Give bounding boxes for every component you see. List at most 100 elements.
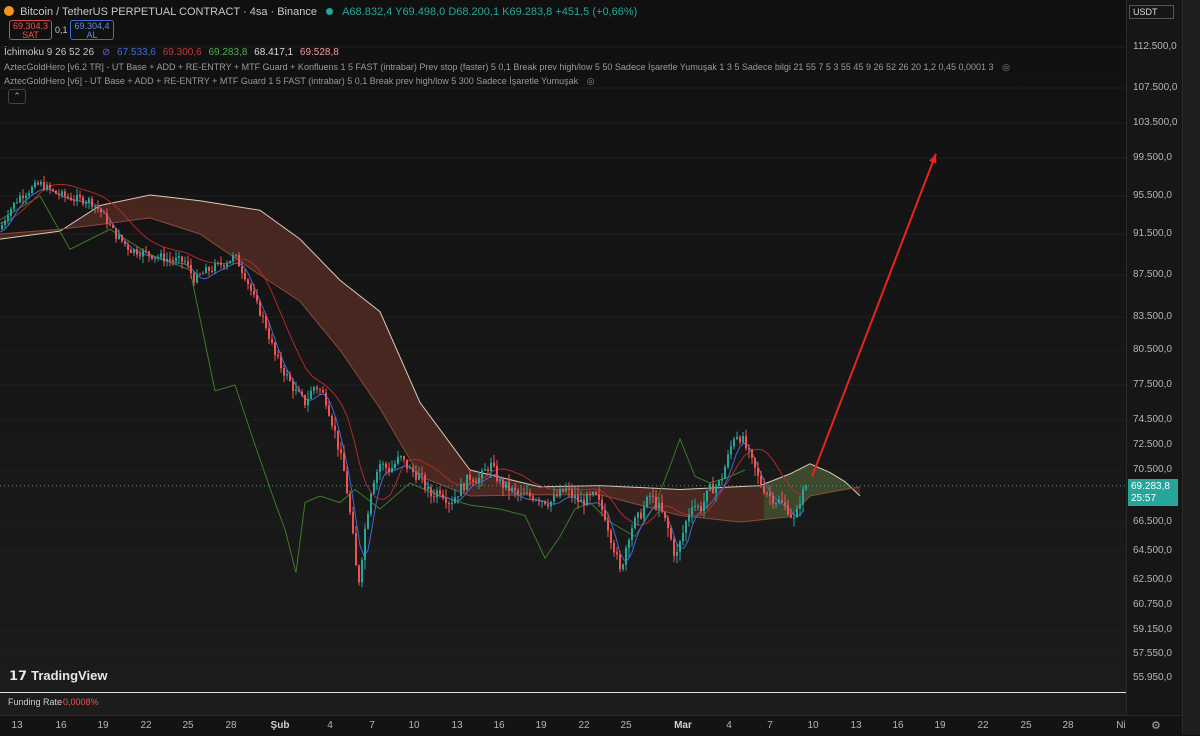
currency-selector[interactable]: USDT: [1129, 5, 1174, 19]
candle-body: [67, 196, 69, 198]
kumo-segment-77: [308, 247, 312, 316]
kumo-segment-57: [228, 205, 232, 256]
kumo-segment-37: [148, 195, 152, 219]
candle-body: [199, 273, 201, 275]
candle-body: [133, 249, 135, 253]
time-tick-label: 16: [892, 720, 904, 731]
candle-body: [520, 493, 522, 495]
kumo-segment-170: [680, 489, 684, 516]
candle-body: [253, 290, 255, 295]
candle-body: [97, 206, 99, 209]
candle-body: [340, 449, 342, 454]
kumo-segment-47: [188, 199, 192, 232]
time-tick-label: 13: [850, 720, 862, 731]
candle-body: [628, 540, 630, 548]
candle-body: [511, 487, 513, 492]
candle-body: [739, 437, 741, 443]
forecast-arrow: [811, 153, 937, 477]
candle-body: [562, 489, 564, 492]
candle-body: [241, 266, 243, 273]
kumo-segment-76: [304, 243, 308, 311]
price-tick-label: 77.500,0: [1133, 379, 1172, 390]
time-axis[interactable]: [0, 715, 1182, 736]
time-tick-label: 22: [977, 720, 989, 731]
price-tick-label: 64.500,0: [1133, 545, 1172, 556]
buy-label: AL: [86, 30, 98, 40]
candle-body: [358, 565, 360, 583]
candle-body: [535, 499, 537, 501]
candle-body: [625, 547, 627, 565]
candle-body: [661, 502, 663, 512]
candle-body: [592, 491, 594, 495]
candle-body: [82, 197, 84, 204]
candle-body: [553, 495, 555, 502]
candle-body: [85, 202, 87, 204]
kumo-segment-43: [172, 197, 176, 227]
kumo-segment-42: [168, 197, 172, 225]
logo-text: TradingView: [31, 668, 108, 683]
candle-body: [448, 503, 450, 505]
kumo-segment-160: [640, 487, 644, 507]
settings-gear-icon[interactable]: ⚙: [1151, 719, 1161, 732]
candle-body: [268, 328, 270, 340]
sell-button[interactable]: 69.304,3 SAT: [9, 20, 52, 40]
indicator-settings-icon[interactable]: ⊘: [102, 47, 110, 58]
candle-body: [631, 528, 633, 541]
candle-body: [76, 194, 78, 201]
candle-body: [319, 389, 321, 391]
candle-body: [427, 487, 429, 490]
candle-body: [277, 354, 279, 357]
candle-body: [79, 194, 81, 198]
candle-body: [643, 506, 645, 519]
candle-body: [430, 487, 432, 497]
kumo-segment-80: [320, 259, 324, 331]
candle-body: [523, 493, 525, 495]
funding-rate-pane[interactable]: Funding Rate -0,0008%: [0, 692, 1126, 711]
buy-button[interactable]: 69.304,4 AL: [70, 20, 114, 40]
candle-body: [118, 235, 120, 239]
candle-body: [475, 481, 477, 483]
price-chart[interactable]: [0, 0, 1126, 692]
collapse-legend-button[interactable]: ⌃: [8, 89, 26, 104]
kumo-segment-152: [608, 485, 612, 498]
candle-body: [721, 478, 723, 481]
last-price: 69.283,8: [1131, 481, 1170, 492]
candle-body: [481, 470, 483, 479]
candle-body: [343, 453, 345, 472]
watchlist-strip[interactable]: [1182, 0, 1200, 735]
price-tick-label: 57.550,0: [1133, 648, 1172, 659]
ohlc-values: A68.832,4 Y69.498,0 D68.200,1 K69.283,8 …: [342, 6, 638, 18]
price-axis[interactable]: 112.500,0 107.500,0 103.500,0 99.500,0 95.50…: [1126, 0, 1183, 715]
kumo-segment-201: [804, 464, 808, 503]
kumo-segment-109: [436, 423, 440, 485]
eye-icon[interactable]: ◎: [587, 76, 595, 87]
candle-body: [361, 559, 363, 583]
candle-body: [109, 224, 111, 226]
kumo-segment-182: [728, 486, 732, 522]
candle-body: [682, 532, 684, 542]
candle-body: [163, 253, 165, 262]
aztec-v62-legend[interactable]: AztecGoldHero [v6.2 TR] - UT Base + ADD …: [4, 62, 1010, 73]
symbol-title[interactable]: Bitcoin / TetherUS PERPETUAL CONTRACT · …: [20, 6, 317, 18]
eye-icon[interactable]: ◎: [1002, 62, 1010, 73]
candle-body: [160, 253, 162, 258]
candle-body: [34, 182, 36, 188]
kumo-segment-44: [176, 198, 180, 228]
candle-body: [691, 507, 693, 515]
aztec-v6-legend[interactable]: AztecGoldHero [v6] - UT Base + ADD + RE-…: [4, 76, 595, 87]
candle-body: [583, 499, 585, 506]
ichimoku-legend[interactable]: İchimoku 9 26 52 26 ⊘ 67.533,6 69.300,6 …: [4, 47, 339, 58]
candle-body: [139, 254, 141, 257]
candle-body: [622, 564, 624, 570]
candle-body: [106, 213, 108, 225]
chart-area[interactable]: [0, 0, 1126, 715]
kumo-segment-106: [424, 407, 428, 480]
kumo-segment-186: [744, 486, 748, 522]
candle-body: [619, 554, 621, 570]
kumo-segment-65: [260, 210, 264, 278]
kumo-segment-45: [180, 198, 184, 229]
candle-body: [706, 490, 708, 502]
ichimoku-value-4: 68.417,1: [254, 47, 294, 58]
price-tick-label: 66.500,0: [1133, 516, 1172, 527]
candle-body: [565, 488, 567, 492]
